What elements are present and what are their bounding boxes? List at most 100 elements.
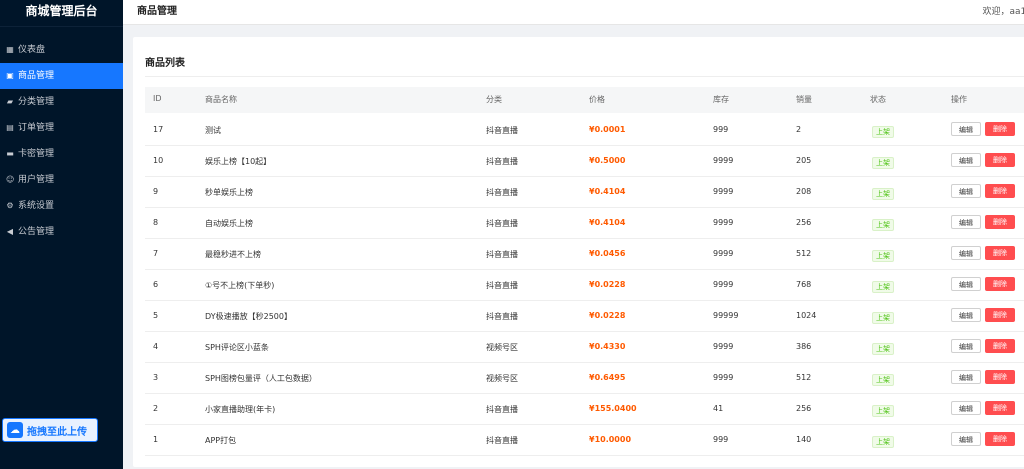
cell-stock: 9999	[713, 249, 734, 258]
sidebar-item-announcement[interactable]: ◀ 公告管理	[0, 219, 123, 245]
edit-button[interactable]: 编辑	[951, 153, 981, 167]
header-stock: 库存	[713, 95, 729, 104]
card-title: 商品列表	[145, 58, 185, 69]
cell-price: ¥0.0228	[589, 280, 626, 289]
product-list-card: 商品列表 ID 商品名称 分类 价格 库存 销量 状态 操作 17 测试 抖音直播 ¥…	[133, 37, 1024, 467]
delete-button[interactable]: 删除	[985, 308, 1015, 322]
status-badge: 上架	[872, 343, 894, 355]
header-id: ID	[153, 94, 162, 103]
edit-button[interactable]: 编辑	[951, 184, 981, 198]
sidebar-item-product[interactable]: ▣ 商品管理	[0, 63, 123, 89]
cell-stock: 9999	[713, 156, 734, 165]
table-row: 5 DY极速播放【秒2500】 抖音直播 ¥0.0228 99999 1024 上架 编辑 删除	[145, 300, 1024, 332]
delete-button[interactable]: 删除	[985, 184, 1015, 198]
table-row: 17 测试 抖音直播 ¥0.0001 999 2 上架 编辑 删除	[145, 114, 1024, 146]
sidebar-item-label: 用户管理	[18, 175, 55, 185]
cell-price: ¥0.0456	[589, 249, 626, 258]
header-sales: 销量	[796, 95, 812, 104]
edit-button[interactable]: 编辑	[951, 370, 981, 384]
delete-button[interactable]: 删除	[985, 401, 1015, 415]
sidebar: 商城管理后台 ▦ 仪表盘 ▣ 商品管理 ▰ 分类管理 ▤ 订单管理 ▬ 卡密管理 ☺ 用户管理 ⚙ 系统设…	[0, 0, 123, 469]
cell-stock: 9999	[713, 342, 734, 351]
dashboard-icon: ▦	[6, 45, 14, 54]
table-row: 1 APP打包 抖音直播 ¥10.0000 999 140 上架 编辑 删除	[145, 424, 1024, 456]
cell-id: 17	[153, 125, 164, 134]
folder-icon: ▰	[6, 97, 14, 106]
cell-stock: 999	[713, 435, 729, 444]
edit-button[interactable]: 编辑	[951, 432, 981, 446]
sidebar-item-label: 公告管理	[18, 227, 55, 237]
delete-button[interactable]: 删除	[985, 370, 1015, 384]
header-actions: 操作	[951, 95, 967, 104]
status-badge: 上架	[872, 374, 894, 386]
page-title: 商品管理	[137, 6, 177, 17]
welcome-text: 欢迎，aa12	[982, 7, 1024, 17]
edit-button[interactable]: 编辑	[951, 308, 981, 322]
delete-button[interactable]: 删除	[985, 122, 1015, 136]
cell-price: ¥10.0000	[589, 435, 632, 444]
status-badge: 上架	[872, 436, 894, 448]
status-badge: 上架	[872, 405, 894, 417]
cell-id: 8	[153, 218, 159, 227]
edit-button[interactable]: 编辑	[951, 277, 981, 291]
cell-name: SPH图榜包量评（人工包数据）	[205, 374, 317, 383]
cell-category: 抖音直播	[486, 250, 518, 259]
cell-price: ¥0.0228	[589, 311, 626, 320]
table-row: 4 SPH评论区小蓝条 视频号区 ¥0.4330 9999 386 上架 编辑 删除	[145, 331, 1024, 363]
cell-id: 9	[153, 187, 159, 196]
divider	[145, 76, 1024, 77]
table-row: 3 SPH图榜包量评（人工包数据） 视频号区 ¥0.6495 9999 512 上架 编辑 删除	[145, 362, 1024, 394]
status-badge: 上架	[872, 281, 894, 293]
cell-name: 自动娱乐上榜	[205, 219, 253, 228]
edit-button[interactable]: 编辑	[951, 122, 981, 136]
cell-category: 抖音直播	[486, 436, 518, 445]
edit-button[interactable]: 编辑	[951, 215, 981, 229]
delete-button[interactable]: 删除	[985, 432, 1015, 446]
topbar: 商品管理 欢迎，aa12	[123, 0, 1024, 25]
cell-id: 6	[153, 280, 159, 289]
sidebar-item-folder[interactable]: ▰ 分类管理	[0, 89, 123, 115]
sidebar-item-order[interactable]: ▤ 订单管理	[0, 115, 123, 141]
cell-id: 4	[153, 342, 159, 351]
sidebar-item-label: 卡密管理	[18, 149, 55, 159]
table-header: ID 商品名称 分类 价格 库存 销量 状态 操作	[145, 87, 1024, 113]
status-badge: 上架	[872, 157, 894, 169]
cell-category: 抖音直播	[486, 126, 518, 135]
cell-name: 小家直播助理(年卡)	[205, 405, 276, 414]
cell-sales: 1024	[796, 311, 817, 320]
cell-category: 抖音直播	[486, 157, 518, 166]
delete-button[interactable]: 删除	[985, 277, 1015, 291]
cell-category: 视频号区	[486, 343, 518, 352]
cell-stock: 9999	[713, 187, 734, 196]
cell-id: 3	[153, 373, 159, 382]
delete-button[interactable]: 删除	[985, 215, 1015, 229]
cell-category: 抖音直播	[486, 312, 518, 321]
edit-button[interactable]: 编辑	[951, 339, 981, 353]
status-badge: 上架	[872, 188, 894, 200]
sidebar-item-card[interactable]: ▬ 卡密管理	[0, 141, 123, 167]
order-icon: ▤	[6, 123, 14, 132]
status-badge: 上架	[872, 219, 894, 231]
sidebar-item-dashboard[interactable]: ▦ 仪表盘	[0, 37, 123, 63]
delete-button[interactable]: 删除	[985, 246, 1015, 260]
cell-name: ①号不上榜(下单秒)	[205, 281, 275, 290]
cell-id: 10	[153, 156, 164, 165]
cell-sales: 256	[796, 404, 812, 413]
cell-price: ¥0.0001	[589, 125, 626, 134]
upload-dropzone[interactable]: ☁ 拖拽至此上传	[2, 418, 98, 442]
cell-category: 抖音直播	[486, 188, 518, 197]
cell-name: 测试	[205, 126, 221, 135]
product-icon: ▣	[6, 71, 14, 80]
delete-button[interactable]: 删除	[985, 153, 1015, 167]
delete-button[interactable]: 删除	[985, 339, 1015, 353]
cell-price: ¥155.0400	[589, 404, 637, 413]
edit-button[interactable]: 编辑	[951, 401, 981, 415]
cell-sales: 386	[796, 342, 812, 351]
sidebar-item-user[interactable]: ☺ 用户管理	[0, 167, 123, 193]
cell-price: ¥0.6495	[589, 373, 626, 382]
cell-name: 秒单娱乐上榜	[205, 188, 253, 197]
cell-price: ¥0.4104	[589, 218, 626, 227]
edit-button[interactable]: 编辑	[951, 246, 981, 260]
upload-label: 拖拽至此上传	[27, 426, 87, 438]
sidebar-item-gear[interactable]: ⚙ 系统设置	[0, 193, 123, 219]
